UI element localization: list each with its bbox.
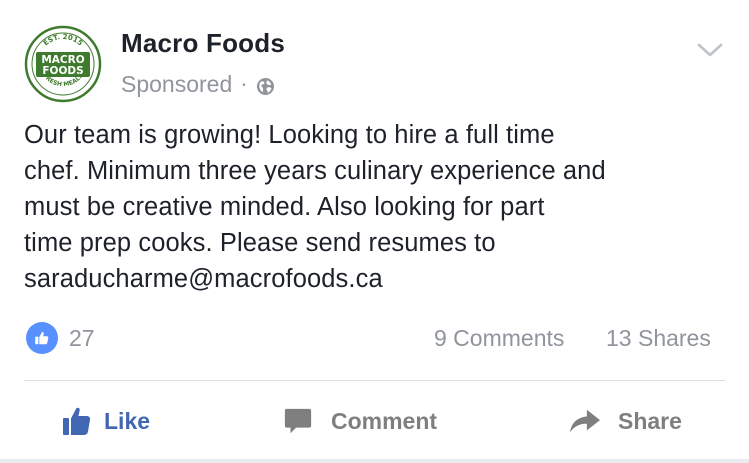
comment-button[interactable]: Comment	[283, 396, 437, 446]
macro-foods-logo: EST. 2015 MACRO FOODS FRESH MEALS	[24, 25, 102, 103]
post-text-line: time prep cooks. Please send resumes to	[24, 229, 496, 257]
share-arrow-icon	[568, 406, 602, 436]
meta-separator: ·	[240, 71, 248, 96]
comment-label: Comment	[331, 407, 438, 434]
sponsored-post-card: EST. 2015 MACRO FOODS FRESH MEALS Macro …	[0, 0, 749, 463]
like-reaction-icon[interactable]	[26, 322, 58, 354]
chevron-down-icon[interactable]	[694, 37, 726, 63]
like-label: Like	[104, 407, 151, 434]
email-link[interactable]: saraducharme@macrofoods.ca	[24, 261, 739, 297]
post-body-text: Our team is growing! Looking to hire a f…	[24, 117, 739, 297]
card-bottom-edge	[0, 459, 749, 463]
globe-icon[interactable]	[256, 75, 275, 95]
post-meta: Sponsored ·	[121, 70, 275, 98]
share-button[interactable]: Share	[568, 396, 682, 446]
share-label: Share	[618, 407, 682, 434]
post-text-line: must be creative minded. Also looking fo…	[24, 193, 545, 221]
page-name[interactable]: Macro Foods	[121, 28, 285, 59]
page-avatar[interactable]: EST. 2015 MACRO FOODS FRESH MEALS	[24, 25, 102, 103]
like-button[interactable]: Like	[60, 396, 150, 446]
divider	[24, 380, 725, 381]
comment-bubble-icon	[283, 406, 313, 436]
shares-count[interactable]: 13 Shares	[606, 322, 711, 354]
comments-count[interactable]: 9 Comments	[434, 322, 564, 354]
thumbs-up-icon	[60, 405, 94, 437]
sponsored-label[interactable]: Sponsored	[121, 71, 232, 98]
post-text-line: Our team is growing! Looking to hire a f…	[24, 121, 555, 149]
post-text-line: chef. Minimum three years culinary exper…	[24, 157, 606, 185]
like-count[interactable]: 27	[69, 322, 95, 354]
